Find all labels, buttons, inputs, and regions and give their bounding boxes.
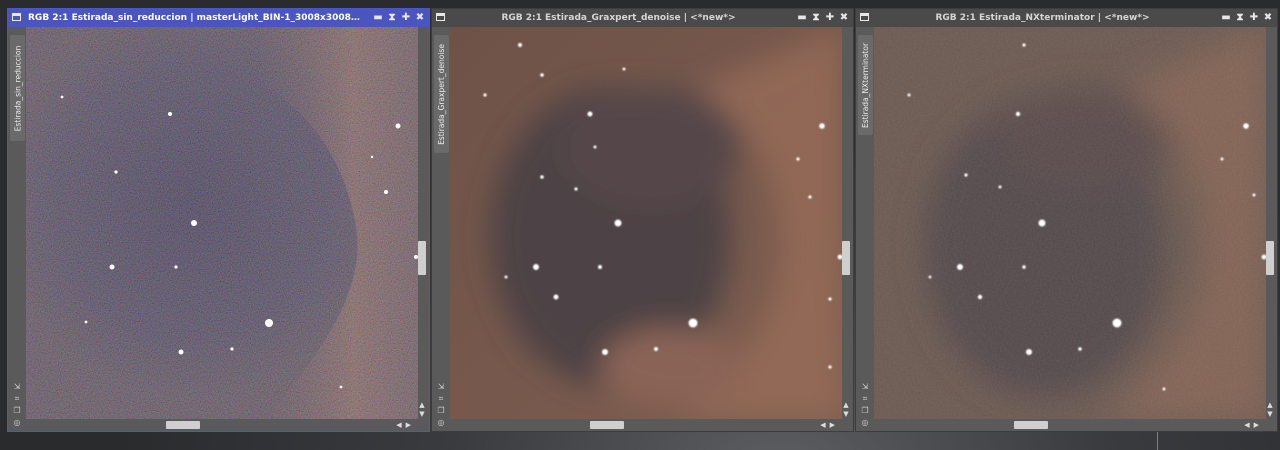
shade-icon[interactable]: ⧗ [1233,9,1247,27]
vertical-scrollbar[interactable]: ▲ ▼ [1265,27,1275,419]
horizontal-scrollbar[interactable]: ◀▶ [26,419,415,431]
arrow-left-icon[interactable]: ◀ [396,421,405,429]
shade-icon[interactable]: ⧗ [385,9,399,27]
view-tools: ⇲ ⌗ ❐ ◎ [11,381,23,429]
minimize-icon[interactable]: ▬ [795,9,809,27]
horizontal-scrollbar[interactable]: ◀▶ [874,419,1263,431]
clone-icon[interactable]: ❐ [436,405,446,417]
image-canvas[interactable] [874,27,1266,419]
maximize-icon[interactable]: ✚ [1247,9,1261,27]
view-id-label: Estirada_Graxpert_denoise [437,43,447,145]
minimize-icon[interactable]: ▬ [371,9,385,27]
horizontal-scroll-thumb[interactable] [1014,421,1048,429]
window-icon[interactable] [860,13,869,21]
view-tools: ⇲ ⌗ ❐ ◎ [859,381,871,429]
vertical-scroll-thumb[interactable] [842,241,850,275]
clone-icon[interactable]: ❐ [860,405,870,417]
shade-icon[interactable]: ⧗ [809,9,823,27]
arrow-down-icon[interactable]: ▼ [841,410,851,419]
view-id-label: Estirada_sin_reduccion [13,45,23,131]
window-title: RGB 2:1 Estirada_Graxpert_denoise | <*ne… [501,13,736,23]
view-id-label: Estirada_NXterminator [861,42,871,128]
fit-window-icon[interactable]: ⌗ [12,393,22,405]
maximize-icon[interactable]: ✚ [399,9,413,27]
window-icon[interactable] [12,13,21,21]
window-title: RGB 2:1 Estirada_NXterminator | <*new*> [935,13,1150,23]
astro-image-noisy [26,27,418,419]
window-titlebar[interactable]: RGB 2:1 Estirada_NXterminator | <*new*> … [856,9,1277,27]
vertical-scrollbar[interactable]: ▲ ▼ [417,27,427,419]
close-icon[interactable]: ✖ [1261,9,1275,27]
arrow-right-icon[interactable]: ▶ [830,421,839,429]
arrow-left-icon[interactable]: ◀ [820,421,829,429]
horizontal-scrollbar[interactable]: ◀▶ [450,419,839,431]
view-tools: ⇲ ⌗ ❐ ◎ [435,381,447,429]
image-window-nxterminator[interactable]: RGB 2:1 Estirada_NXterminator | <*new*> … [855,8,1278,432]
settings-icon[interactable]: ◎ [860,417,870,429]
fit-window-icon[interactable]: ⌗ [436,393,446,405]
settings-icon[interactable]: ◎ [436,417,446,429]
image-canvas[interactable] [26,27,418,419]
arrow-down-icon[interactable]: ▼ [417,410,427,419]
minimize-icon[interactable]: ▬ [1219,9,1233,27]
image-canvas[interactable] [450,27,842,419]
arrow-down-icon[interactable]: ▼ [1265,410,1275,419]
image-window-sin-reduccion[interactable]: RGB 2:1 Estirada_sin_reduccion | masterL… [7,8,430,432]
view-id-tab[interactable]: Estirada_NXterminator [858,35,873,135]
vertical-scroll-thumb[interactable] [418,241,426,275]
close-icon[interactable]: ✖ [837,9,851,27]
astro-image-nxterminator [874,27,1266,419]
image-window-graxpert[interactable]: RGB 2:1 Estirada_Graxpert_denoise | <*ne… [431,8,854,432]
view-id-tab[interactable]: Estirada_sin_reduccion [10,35,25,141]
zoom-fit-icon[interactable]: ⇲ [860,381,870,393]
maximize-icon[interactable]: ✚ [823,9,837,27]
settings-icon[interactable]: ◎ [12,417,22,429]
horizontal-scroll-thumb[interactable] [166,421,200,429]
window-titlebar[interactable]: RGB 2:1 Estirada_Graxpert_denoise | <*ne… [432,9,853,27]
arrow-up-icon[interactable]: ▲ [841,401,851,410]
arrow-right-icon[interactable]: ▶ [406,421,415,429]
vertical-scrollbar[interactable]: ▲ ▼ [841,27,851,419]
arrow-left-icon[interactable]: ◀ [1244,421,1253,429]
desktop-divider [1157,430,1158,450]
arrow-up-icon[interactable]: ▲ [1265,401,1275,410]
clone-icon[interactable]: ❐ [12,405,22,417]
horizontal-scroll-thumb[interactable] [590,421,624,429]
view-id-tab[interactable]: Estirada_Graxpert_denoise [434,35,449,153]
fit-window-icon[interactable]: ⌗ [860,393,870,405]
window-titlebar[interactable]: RGB 2:1 Estirada_sin_reduccion | masterL… [8,9,429,27]
arrow-right-icon[interactable]: ▶ [1254,421,1263,429]
astro-image-graxpert [450,27,842,419]
zoom-fit-icon[interactable]: ⇲ [12,381,22,393]
window-title: RGB 2:1 Estirada_sin_reduccion | masterL… [28,13,361,23]
zoom-fit-icon[interactable]: ⇲ [436,381,446,393]
arrow-up-icon[interactable]: ▲ [417,401,427,410]
close-icon[interactable]: ✖ [413,9,427,27]
vertical-scroll-thumb[interactable] [1266,241,1274,275]
window-icon[interactable] [436,13,445,21]
